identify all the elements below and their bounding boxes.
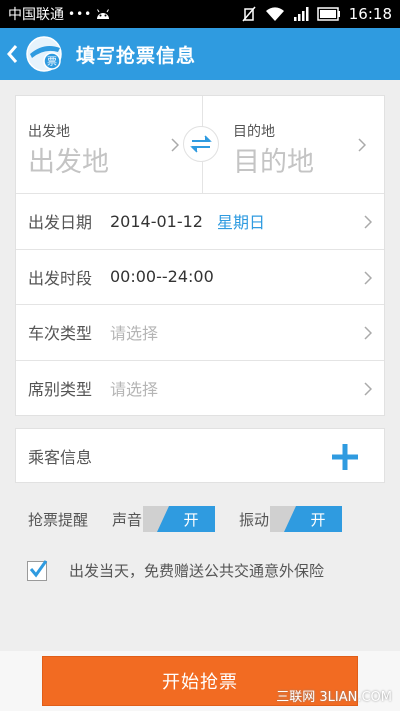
train-type-label: 车次类型 (28, 324, 93, 344)
chevron-right-icon (171, 138, 179, 152)
reminder-row: 抢票提醒 声音 开 振动 开 (28, 505, 388, 533)
clock: 16:18 (348, 5, 392, 23)
battery-icon (317, 7, 340, 21)
passenger-info-row[interactable]: 乘客信息 (15, 428, 385, 483)
carrier-name: 中国联通 (8, 7, 64, 23)
vibrate-label: 振动 (239, 510, 270, 529)
add-passenger-icon[interactable] (332, 444, 358, 470)
station-selector: 出发地 出发地 目的地 目的地 (16, 96, 384, 194)
train-type-placeholder: 请选择 (110, 324, 159, 344)
departure-time-row[interactable]: 出发时段 00:00--24:00 (16, 250, 384, 305)
logo-text: 票 (47, 56, 57, 68)
passenger-label: 乘客信息 (28, 447, 93, 467)
notification-dots: ••• (68, 7, 93, 21)
vibrate-toggle[interactable]: 开 (270, 506, 342, 532)
status-icons: 16:18 (241, 5, 392, 23)
insurance-option: 出发当天，免费赠送公共交通意外保险 (27, 559, 325, 581)
chevron-right-icon (364, 326, 372, 340)
sound-toggle[interactable]: 开 (143, 506, 215, 532)
ticket-form-card: 出发地 出发地 目的地 目的地 出发日期 2014-01-12 星期日 出发时段… (15, 95, 385, 416)
time-label: 出发时段 (28, 268, 93, 288)
arrival-station[interactable]: 目的地 目的地 (202, 96, 386, 194)
back-button[interactable] (6, 43, 20, 65)
carrier-group: 中国联通 ••• (8, 4, 110, 24)
time-value: 00:00--24:00 (110, 267, 214, 287)
departure-value: 出发地 (28, 147, 109, 178)
seat-type-row[interactable]: 席别类型 请选择 (16, 361, 384, 417)
signal-icon (293, 7, 309, 21)
seat-type-placeholder: 请选择 (110, 380, 159, 400)
seat-type-label: 席别类型 (28, 380, 93, 400)
bottom-bar: 开始抢票 三联网 3LIAN.COM (0, 651, 400, 711)
status-bar: 中国联通 ••• 16:18 (0, 0, 400, 28)
wifi-icon (265, 7, 284, 21)
chevron-right-icon (364, 215, 372, 229)
date-value: 2014-01-12 (110, 211, 203, 231)
title-bar: 票 填写抢票信息 (0, 28, 400, 80)
arrival-value: 目的地 (233, 147, 314, 178)
reminder-label: 抢票提醒 (28, 510, 89, 529)
swap-stations-button[interactable] (183, 126, 219, 162)
insurance-checkbox[interactable] (27, 559, 48, 581)
chevron-right-icon (364, 381, 372, 396)
sound-label: 声音 (112, 510, 143, 529)
vibrate-mute-icon (242, 6, 256, 22)
departure-station[interactable]: 出发地 出发地 (16, 96, 201, 194)
chevron-right-icon (358, 138, 366, 152)
arrival-label: 目的地 (233, 124, 275, 140)
chevron-right-icon (364, 270, 372, 285)
train-type-row[interactable]: 车次类型 请选择 (16, 305, 384, 361)
departure-date-row[interactable]: 出发日期 2014-01-12 星期日 (16, 194, 384, 250)
insurance-text: 出发当天，免费赠送公共交通意外保险 (69, 562, 325, 580)
date-label: 出发日期 (28, 213, 93, 233)
watermark-text: 三联网 3LIAN.COM (276, 690, 392, 705)
android-icon (97, 9, 110, 19)
back-arrow-icon (7, 45, 18, 63)
weekday-value: 星期日 (216, 213, 265, 233)
swap-arrows-icon (190, 135, 212, 153)
departure-label: 出发地 (28, 124, 70, 140)
checkmark-icon (29, 559, 48, 577)
page-title: 填写抢票信息 (76, 44, 197, 67)
app-logo-icon: 票 (26, 36, 62, 72)
